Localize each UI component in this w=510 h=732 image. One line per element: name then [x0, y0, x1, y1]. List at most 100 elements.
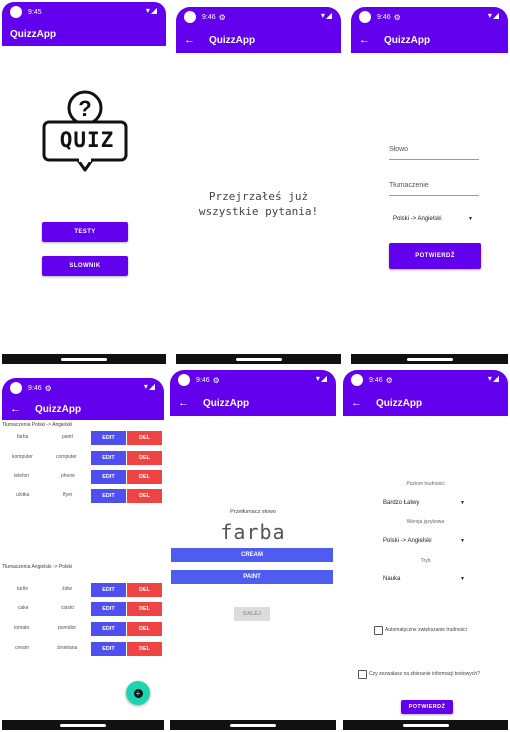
home-pill[interactable] — [60, 723, 106, 727]
app-bar: ← QuizzApp — [2, 398, 164, 420]
quiz-logo-text: QUIZ — [59, 128, 115, 152]
camera-dot-icon — [178, 374, 190, 386]
slownik-button[interactable]: SLOWNIK — [42, 256, 128, 276]
back-arrow-icon[interactable]: ← — [184, 34, 195, 46]
dropdown-arrow-icon: ▼ — [460, 500, 465, 506]
consent-checkbox[interactable] — [358, 670, 367, 679]
app-bar: ← QuizzApp — [170, 390, 336, 416]
dropdown-arrow-icon: ▼ — [468, 216, 473, 222]
edit-button[interactable]: EDIT — [91, 583, 126, 597]
confirm-button[interactable]: POTWIERDŹ — [401, 700, 453, 714]
done-message-line2: wszystkie pytania! — [198, 205, 319, 218]
home-pill[interactable] — [61, 357, 107, 361]
delete-button[interactable]: DEL — [127, 583, 162, 597]
delete-button[interactable]: DEL — [127, 431, 162, 445]
difficulty-select[interactable]: Bardzo Łatwy ▼ — [383, 500, 465, 506]
edit-button[interactable]: EDIT — [91, 431, 126, 445]
word-pl: żółw — [62, 586, 73, 592]
back-arrow-icon[interactable]: ← — [351, 397, 362, 409]
language-value: Polski -> Angielski — [383, 538, 432, 544]
done-message-line1: Przejrzałeś już — [208, 190, 309, 203]
translation-input[interactable]: Tłumaczenie — [389, 182, 479, 196]
app-title: QuizzApp — [384, 34, 431, 46]
delete-button[interactable]: DEL — [127, 489, 162, 503]
back-arrow-icon[interactable]: ← — [359, 34, 370, 46]
camera-dot-icon — [351, 374, 363, 386]
word-input[interactable]: Słowo — [389, 146, 479, 160]
testy-button[interactable]: TESTY — [42, 222, 128, 242]
home-pill[interactable] — [230, 723, 276, 727]
next-button[interactable]: DALEJ — [234, 607, 270, 621]
status-time: 9:46 — [377, 13, 391, 21]
language-label: Wersja językowa — [406, 519, 445, 525]
status-time: 9:46 — [202, 13, 216, 21]
word-pl: śmietana — [57, 645, 78, 651]
answer-option-2[interactable]: PAINT — [171, 570, 333, 584]
section2-title: Tłumaczenia Angielski -> Polski — [2, 564, 73, 570]
word-en: tomato — [14, 625, 30, 631]
edit-button[interactable]: EDIT — [91, 622, 126, 636]
difficulty-value: Bardzo Łatwy — [383, 500, 420, 506]
home-pill[interactable] — [406, 357, 453, 361]
signal-battery-icon: ▾◢ — [320, 11, 333, 20]
add-fab[interactable]: + — [126, 681, 150, 705]
question-prompt: Przetłumacz słowo — [230, 509, 276, 515]
answer-option-1[interactable]: CREAM — [171, 548, 333, 562]
delete-button[interactable]: DEL — [127, 470, 162, 484]
app-title: QuizzApp — [203, 397, 250, 409]
difficulty-label: Poziom trudności — [406, 481, 445, 487]
word-pl: ulotka — [16, 492, 30, 498]
screen-main-menu: 9:45 ▾◢ QuizzApp ? QUIZ TESTY SLOWNIK — [2, 2, 166, 364]
word-pl: telefon — [14, 473, 30, 479]
word-en: cream — [15, 645, 29, 651]
edit-button[interactable]: EDIT — [91, 470, 126, 484]
signal-battery-icon: ▾◢ — [487, 374, 500, 383]
screen-dictionary: 9:46 ⚙ ▾◢ ← QuizzApp Tłumaczenia Polski … — [2, 378, 164, 730]
back-arrow-icon[interactable]: ← — [10, 403, 21, 415]
signal-battery-icon: ▾◢ — [145, 6, 158, 15]
settings-icon: ⚙ — [44, 383, 52, 393]
edit-button[interactable]: EDIT — [91, 451, 126, 465]
signal-battery-icon: ▾◢ — [143, 382, 156, 391]
language-select[interactable]: Polski -> Angielski ▼ — [383, 538, 465, 544]
signal-battery-icon: ▾◢ — [315, 374, 328, 383]
edit-button[interactable]: EDIT — [91, 602, 126, 616]
app-title: QuizzApp — [376, 397, 423, 409]
mode-value: Nauka — [383, 576, 401, 582]
app-bar: ← QuizzApp — [351, 27, 508, 53]
auto-difficulty-checkbox[interactable] — [374, 626, 383, 635]
word-en: paint — [62, 434, 73, 440]
mode-label: Tryb — [420, 558, 431, 564]
settings-icon: ⚙ — [218, 12, 226, 22]
back-arrow-icon[interactable]: ← — [178, 397, 189, 409]
home-pill[interactable] — [402, 723, 449, 727]
language-select[interactable]: Polski -> Angielski ▼ — [393, 216, 473, 222]
word-pl: pomidor — [58, 625, 77, 631]
word-en: flyer — [63, 492, 73, 498]
question-word: farba — [220, 520, 286, 544]
delete-button[interactable]: DEL — [127, 622, 162, 636]
camera-dot-icon — [10, 6, 22, 18]
app-title: QuizzApp — [10, 28, 57, 40]
settings-icon: ⚙ — [393, 12, 401, 22]
word-en: phone — [61, 473, 75, 479]
settings-icon: ⚙ — [212, 375, 220, 385]
app-bar: QuizzApp — [2, 22, 166, 46]
edit-button[interactable]: EDIT — [91, 642, 126, 656]
edit-button[interactable]: EDIT — [91, 489, 126, 503]
word-pl: ciasto — [61, 605, 75, 611]
svg-text:?: ? — [78, 96, 91, 121]
mode-select[interactable]: Nauka ▼ — [383, 576, 465, 582]
settings-icon: ⚙ — [385, 375, 393, 385]
camera-dot-icon — [359, 11, 371, 23]
delete-button[interactable]: DEL — [127, 451, 162, 465]
delete-button[interactable]: DEL — [127, 642, 162, 656]
navigation-bar — [176, 354, 341, 364]
word-en: cake — [18, 605, 29, 611]
home-pill[interactable] — [235, 357, 282, 361]
confirm-button[interactable]: POTWIERDŹ — [389, 243, 481, 269]
navigation-bar — [343, 720, 508, 730]
status-bar: 9:46 ⚙ ▾◢ — [343, 370, 508, 390]
delete-button[interactable]: DEL — [127, 602, 162, 616]
screen-all-done: 9:46 ⚙ ▾◢ ← QuizzApp Przejrzałeś już wsz… — [176, 7, 341, 364]
